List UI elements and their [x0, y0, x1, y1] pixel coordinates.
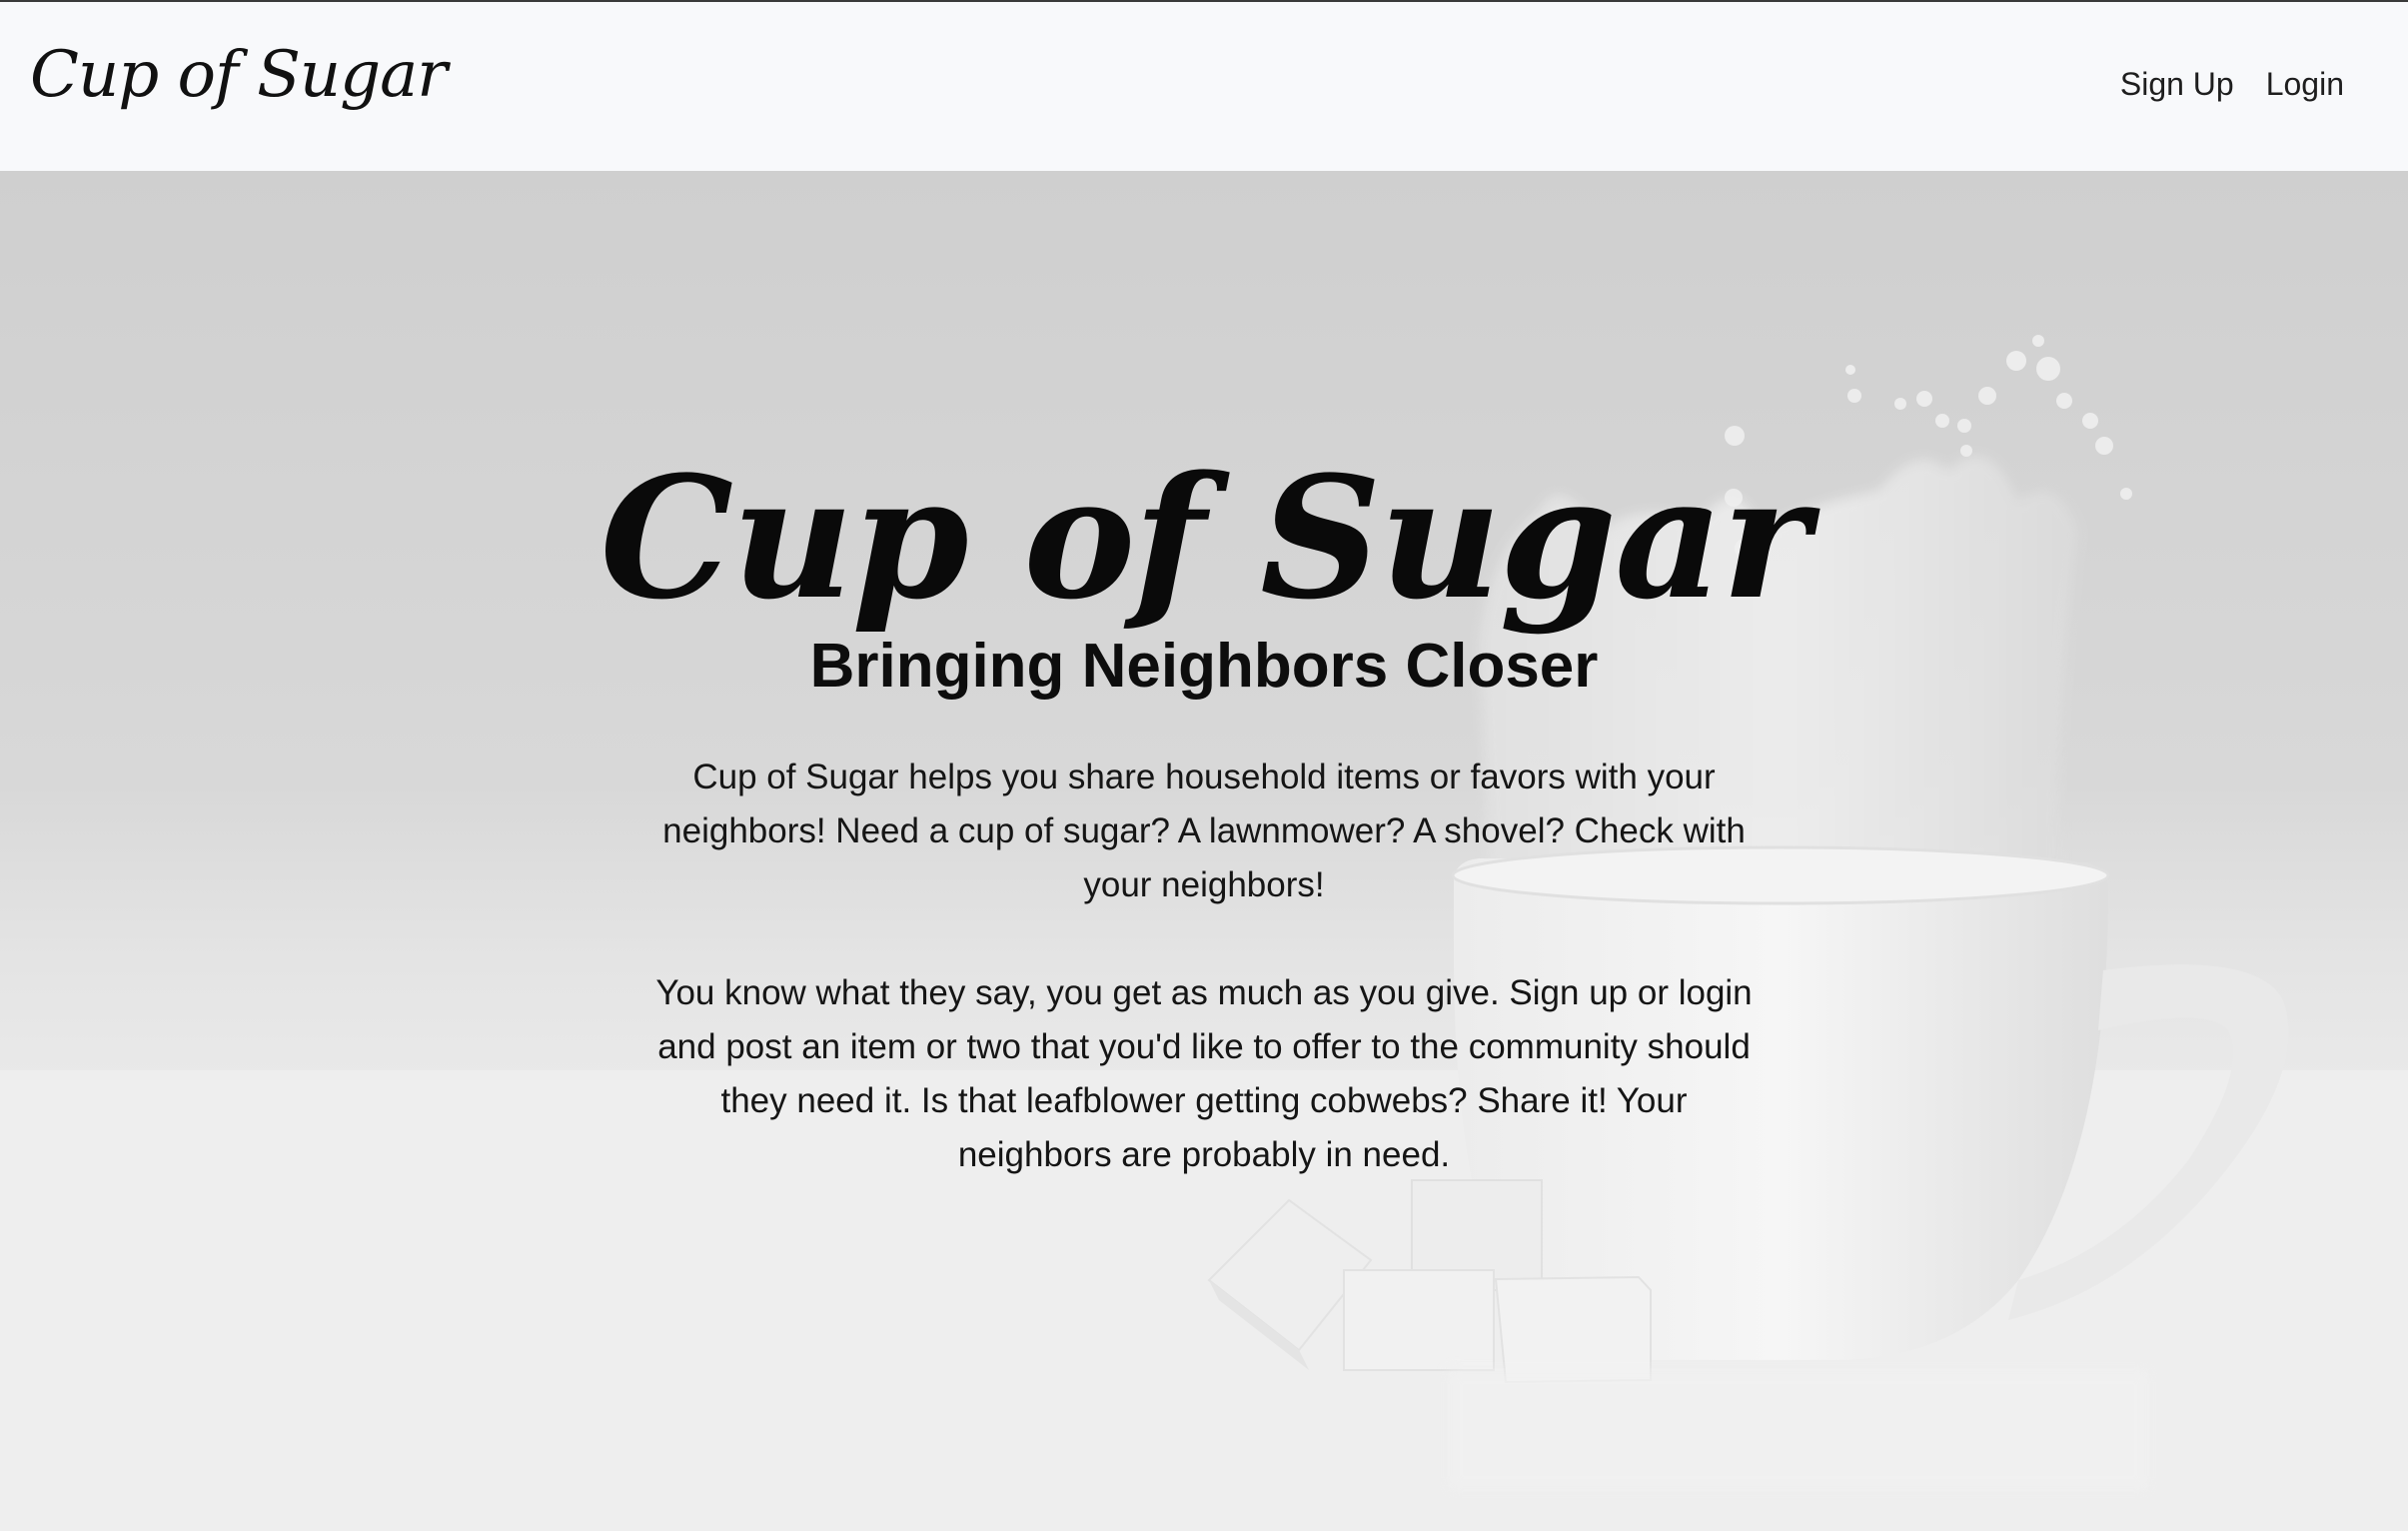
- hero-cta-paragraph: You know what they say, you get as much …: [655, 973, 1753, 1174]
- login-link[interactable]: Login: [2266, 66, 2344, 103]
- navbar: Cup of Sugar Sign Up Login: [0, 2, 2408, 171]
- hero-section: Cup of Sugar Bringing Neighbors Closer C…: [0, 171, 2408, 1531]
- hero-subtitle: Bringing Neighbors Closer: [809, 632, 1599, 702]
- hero-intro-paragraph: Cup of Sugar helps you share household i…: [662, 758, 1746, 904]
- nav-links: Sign Up Login: [2120, 66, 2344, 103]
- brand-logo[interactable]: Cup of Sugar: [30, 38, 448, 112]
- sign-up-link[interactable]: Sign Up: [2120, 66, 2234, 103]
- hero-title: Cup of Sugar: [600, 438, 1810, 637]
